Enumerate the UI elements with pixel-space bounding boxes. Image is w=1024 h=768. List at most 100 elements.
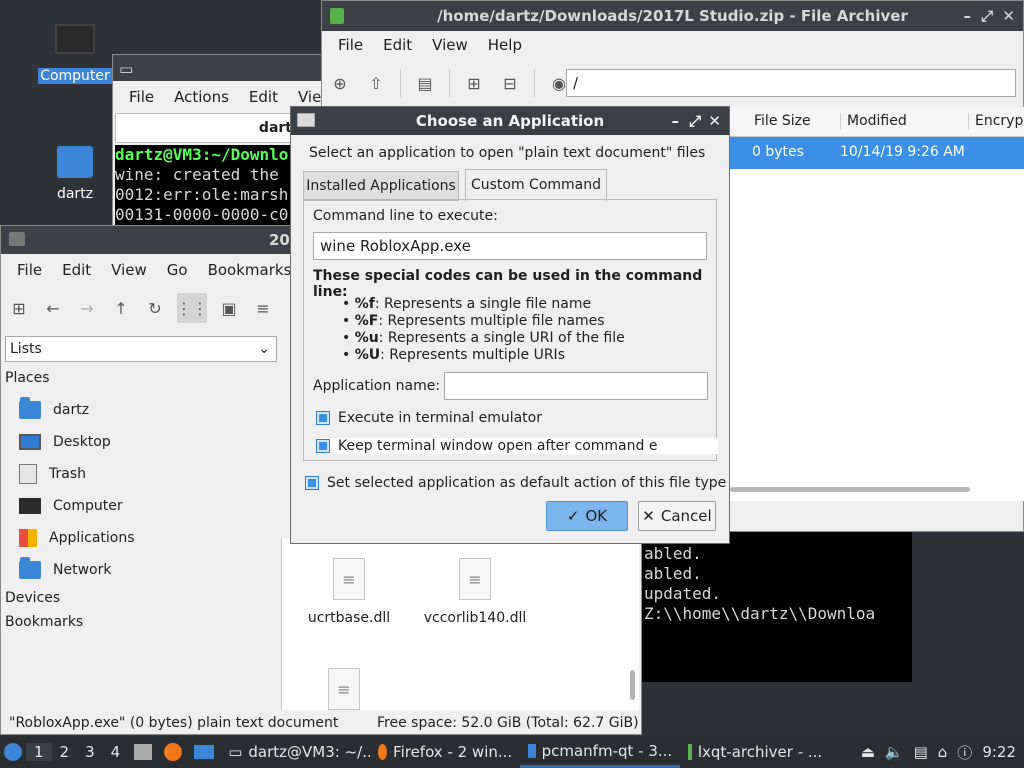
quicklaunch-firefox-icon[interactable] [158,736,188,768]
extract-icon[interactable]: ⇧ [364,71,388,95]
start-menu-button[interactable] [0,736,26,768]
file-view[interactable]: ≡ ucrtbase.dll ≡ vccorlib140.dll ≡ [281,538,639,710]
archive-list[interactable]: 0 bytes 10/14/19 9:26 AM [730,137,1024,501]
forward-icon[interactable]: → [75,296,99,320]
thumbnail-view-icon[interactable]: ▣ [217,296,241,320]
new-tab-icon[interactable]: ⊞ [7,296,31,320]
col-file-size[interactable]: File Size [754,113,811,129]
ok-button[interactable]: ✓ OK [546,501,628,531]
sidebar-item-applications[interactable]: Applications [5,522,277,554]
task-archiver[interactable]: lxqt-archiver - ... [680,736,830,768]
terminal-line: Z:\\home\\dartz\\Downloa [644,604,876,623]
desktop-icon-computer[interactable]: Computer [38,22,112,88]
task-pcmanfm[interactable]: pcmanfm-qt - 3... [520,736,681,768]
list-item[interactable]: ≡ ucrtbase.dll [304,558,394,626]
monitor-icon [55,24,95,54]
menu-file[interactable]: File [328,36,373,54]
archive-path-field[interactable]: / [566,69,1016,97]
set-default-checkbox[interactable] [305,476,319,490]
places-panel: Places dartz Desktop Trash Computer Appl… [5,370,277,634]
menu-go[interactable]: Go [157,261,198,279]
command-input[interactable]: wine RobloxApp.exe [313,232,707,260]
reload-icon[interactable]: ↻ [143,296,167,320]
close-icon[interactable]: ✕ [708,107,721,135]
minimize-icon[interactable]: – [964,1,972,31]
default-action-row[interactable]: Set selected application as default acti… [305,475,726,491]
network-icon[interactable]: ⌂ [938,743,948,761]
section-bookmarks[interactable]: Bookmarks [5,610,277,634]
section-places[interactable]: Places [5,370,277,394]
keep-open-checkbox-row[interactable]: Keep terminal window open after command … [316,438,718,454]
desktop-icon-label: Computer [38,68,112,84]
menu-edit[interactable]: Edit [239,88,288,106]
sidebar-item-dartz[interactable]: dartz [5,394,277,426]
quicklaunch-filemanager-icon[interactable] [128,736,158,768]
col-encrypted[interactable]: Encryp [968,113,1023,129]
menu-file[interactable]: File [119,88,164,106]
toolbar-separator [400,69,401,97]
desktop-switcher: 1 2 3 4 [26,736,128,768]
add-file-icon[interactable]: ⊞ [462,71,486,95]
desktop-icon-dartz[interactable]: dartz [38,140,112,206]
maximize-icon[interactable]: ⤢ [689,107,701,135]
side-pane-select[interactable]: Lists ⌄ [5,336,277,362]
list-item[interactable]: ≡ vccorlib140.dll [420,558,530,626]
sidebar-item-network[interactable]: Network [5,554,277,586]
cancel-button[interactable]: ✕ Cancel [638,501,716,531]
list-view-icon[interactable]: ≡ [251,296,275,320]
desktop-4[interactable]: 4 [103,743,129,761]
terminal-lower-output[interactable]: abled. abled. updated. Z:\\home\\dartz\\… [640,532,912,682]
menu-file[interactable]: File [7,261,52,279]
command-label: Command line to execute: [313,208,498,224]
icon-view-icon[interactable]: ⋮⋮ [176,293,208,323]
desktop-3[interactable]: 3 [77,743,103,761]
add-folder-icon[interactable]: ⊟ [498,71,522,95]
close-icon[interactable]: ✕ [1002,1,1015,31]
table-row[interactable]: 0 bytes 10/14/19 9:26 AM [730,137,1024,169]
eject-icon[interactable]: ⏏ [861,743,875,761]
sidebar-item-computer[interactable]: Computer [5,490,277,522]
sidebar-item-desktop[interactable]: Desktop [5,426,277,458]
clipboard-icon[interactable]: ▤ [914,743,928,761]
menu-edit[interactable]: Edit [52,261,101,279]
archiver-menubar: File Edit View Help [322,31,1023,59]
dialog-titlebar[interactable]: Choose an Application – ⤢ ✕ [291,107,729,135]
archiver-titlebar[interactable]: /home/dartz/Downloads/2017L Studio.zip -… [322,1,1023,31]
clock[interactable]: 9:22 [982,743,1016,761]
task-firefox[interactable]: Firefox - 2 win... [370,736,520,768]
tab-installed[interactable]: Installed Applications [303,171,459,201]
keep-terminal-open-checkbox[interactable] [316,439,330,453]
sidebar-item-trash[interactable]: Trash [5,458,277,490]
back-icon[interactable]: ← [41,296,65,320]
task-terminal[interactable]: ▭ dartz@VM3: ~/... [220,736,370,768]
menu-view[interactable]: View [101,261,157,279]
tab-custom-command[interactable]: Custom Command [465,169,607,201]
menu-help[interactable]: Help [478,36,532,54]
menu-bookmarks[interactable]: Bookmarks [198,261,302,279]
status-free-space: Free space: 52.0 GiB (Total: 62.7 GiB) [377,715,639,731]
choose-application-dialog[interactable]: Choose an Application – ⤢ ✕ Select an ap… [290,106,730,544]
desktop-2[interactable]: 2 [52,743,78,761]
menu-view[interactable]: View [422,36,478,54]
execute-in-terminal-checkbox[interactable] [316,411,330,425]
vertical-scrollbar[interactable] [630,670,635,700]
terminal-titlebar[interactable]: ▭ [113,55,321,81]
horizontal-scrollbar[interactable] [730,487,970,492]
quicklaunch-desktop-icon[interactable] [188,736,220,768]
volume-icon[interactable]: 🔈 [885,743,904,761]
menu-edit[interactable]: Edit [373,36,422,54]
maximize-icon[interactable]: ⤢ [981,1,993,31]
col-modified[interactable]: Modified [840,113,907,129]
menu-actions[interactable]: Actions [164,88,239,106]
archive-icon[interactable]: ▤ [413,71,437,95]
new-archive-icon[interactable]: ⊕ [328,71,352,95]
minimize-icon[interactable]: – [672,107,680,135]
notifications-icon[interactable]: ⓘ [957,742,972,763]
appname-input[interactable] [444,372,708,400]
desktop-1[interactable]: 1 [26,743,52,761]
terminal-checkbox-row[interactable]: Execute in terminal emulator [316,410,542,426]
section-devices[interactable]: Devices [5,586,277,610]
up-icon[interactable]: ↑ [109,296,133,320]
folder-icon [9,232,25,246]
file-icon[interactable]: ≡ [328,668,360,710]
